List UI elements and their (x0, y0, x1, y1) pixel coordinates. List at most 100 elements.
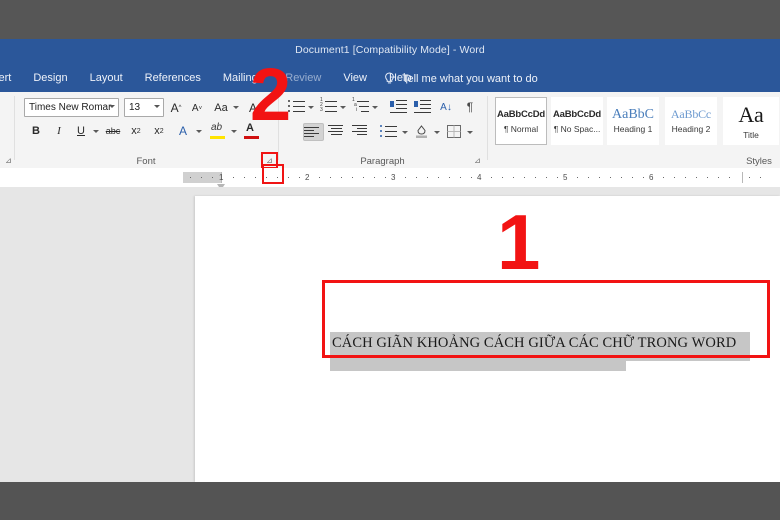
shading-icon[interactable] (414, 124, 429, 139)
window-title: Document1 [Compatibility Mode] - Word (295, 44, 485, 56)
style-label: Heading 2 (671, 124, 711, 134)
bold-button[interactable]: B (29, 123, 43, 139)
chevron-down-icon[interactable] (372, 106, 378, 109)
tab-insert[interactable]: sert (0, 65, 22, 92)
ruler-number: 6 (649, 173, 654, 182)
align-right-button[interactable] (352, 125, 369, 138)
font-name-combo[interactable]: Times New Romar (24, 98, 119, 117)
formatting-marks-icon[interactable]: ¶ (462, 99, 478, 115)
ruler-number: 3 (391, 173, 396, 182)
ruler-number: 2 (305, 173, 310, 182)
chevron-down-icon[interactable] (340, 106, 346, 109)
chevron-down-icon[interactable] (434, 131, 440, 134)
chevron-down-icon[interactable] (467, 131, 473, 134)
tab-view[interactable]: View (332, 65, 378, 92)
change-case-icon[interactable]: Aa (212, 100, 230, 116)
font-color-swatch (244, 136, 259, 139)
ruler-number: 5 (563, 173, 568, 182)
shrink-font-icon[interactable]: A ˅ (189, 100, 205, 117)
annotation-box-text (322, 280, 770, 358)
lightbulb-icon (384, 71, 395, 86)
text-effects-label: A (178, 124, 187, 138)
group-divider (487, 96, 488, 160)
chevron-down-icon[interactable] (109, 105, 115, 108)
align-center-button[interactable] (328, 125, 345, 138)
ribbon: Times New Romar 13 A ^ A ˅ Aa A B I U ab… (0, 92, 780, 169)
chevron-down-icon[interactable] (233, 106, 239, 109)
ruler-number: 1 (219, 173, 224, 182)
paragraph-group-label: Paragraph (360, 156, 405, 167)
grow-font-icon[interactable]: A ^ (168, 99, 184, 116)
chevron-down-icon[interactable] (402, 131, 408, 134)
style-heading-2[interactable]: AaBbCc Heading 2 (665, 97, 717, 145)
font-size-combo[interactable]: 13 (124, 98, 164, 117)
align-left-button[interactable] (303, 123, 324, 141)
style-preview: AaBbCcDd (552, 109, 601, 120)
horizontal-ruler[interactable]: 1 2 3 4 5 6 (0, 164, 780, 190)
formatting-marks-label: ¶ (466, 100, 474, 114)
font-name-value: Times New Romar (29, 102, 112, 113)
style-title[interactable]: Aa Title (723, 97, 779, 145)
underline-label: U (77, 125, 85, 137)
shrink-font-label: A (191, 103, 199, 114)
style-preview: AaBbC (612, 107, 654, 122)
bold-label: B (32, 125, 40, 137)
change-case-label: Aa (214, 102, 228, 114)
superscript-button[interactable]: x2 (151, 123, 167, 139)
font-dialog-launcher-highlight (262, 164, 284, 184)
tab-design[interactable]: Design (22, 65, 78, 92)
style-heading-1[interactable]: AaBbC Heading 1 (607, 97, 659, 145)
styles-group-label: Styles (746, 156, 772, 167)
ruler-number: 4 (477, 173, 482, 182)
tell-me-box[interactable]: Tell me what you want to do (384, 65, 538, 92)
italic-button[interactable]: I (52, 123, 66, 139)
chevron-down-icon[interactable] (93, 130, 99, 133)
chevron-down-icon[interactable] (196, 130, 202, 133)
style-label: Title (743, 129, 759, 140)
chevron-down-icon[interactable] (308, 106, 314, 109)
tab-layout[interactable]: Layout (79, 65, 134, 92)
clipboard-dialog-launcher[interactable]: ⊿ (3, 155, 14, 166)
annotation-number-1: 1 (497, 198, 541, 286)
style-label: Heading 1 (613, 124, 653, 134)
ribbon-tab-strip: sert Design Layout References Mailings R… (0, 65, 780, 92)
style-preview: AaBbCc (670, 107, 712, 121)
line-spacing-icon[interactable] (380, 124, 397, 138)
tab-references[interactable]: References (134, 65, 212, 92)
paragraph-dialog-launcher[interactable]: ⊿ (472, 155, 483, 166)
ribbon-tabs: sert Design Layout References Mailings R… (0, 65, 423, 92)
highlight-color-icon[interactable]: ab (210, 122, 226, 140)
style-preview: AaBbCcDd (496, 109, 545, 120)
sort-icon[interactable]: A↓ (437, 99, 455, 115)
group-divider (14, 96, 15, 160)
style-preview: Aa (738, 101, 764, 127)
word-window: Document1 [Compatibility Mode] - Word se… (0, 39, 780, 482)
borders-icon[interactable] (447, 125, 461, 138)
strikethrough-label: abc (105, 126, 121, 136)
chevron-down-icon[interactable] (231, 130, 237, 133)
numbering-icon[interactable]: 1 2 3 (320, 98, 337, 113)
highlight-label: ab (211, 122, 223, 133)
title-bar: Document1 [Compatibility Mode] - Word (0, 39, 780, 65)
decrease-indent-icon[interactable] (390, 100, 407, 113)
tell-me-label: Tell me what you want to do (402, 72, 538, 85)
screenshot-stage: Document1 [Compatibility Mode] - Word se… (0, 0, 780, 520)
style-label: ¶ No Spac... (553, 124, 601, 134)
letterbox-bottom (0, 482, 780, 520)
style-no-spacing[interactable]: AaBbCcDd ¶ No Spac... (551, 97, 603, 145)
strikethrough-button[interactable]: abc (104, 124, 122, 138)
text-effects-icon[interactable]: A (176, 123, 190, 139)
increase-indent-icon[interactable] (414, 100, 431, 113)
font-group-label: Font (136, 156, 156, 167)
highlight-swatch (210, 136, 225, 139)
sort-label: A↓ (440, 101, 452, 113)
text-selection-highlight-line2 (330, 361, 626, 371)
subscript-button[interactable]: x2 (128, 123, 144, 139)
multilevel-list-icon[interactable]: 1 a i (352, 98, 369, 113)
chevron-down-icon[interactable] (154, 105, 160, 108)
letterbox-top (0, 0, 780, 39)
style-normal[interactable]: AaBbCcDd ¶ Normal (495, 97, 547, 145)
underline-button[interactable]: U (74, 123, 88, 139)
font-size-value: 13 (129, 102, 141, 113)
annotation-number-2: 2 (250, 53, 292, 136)
